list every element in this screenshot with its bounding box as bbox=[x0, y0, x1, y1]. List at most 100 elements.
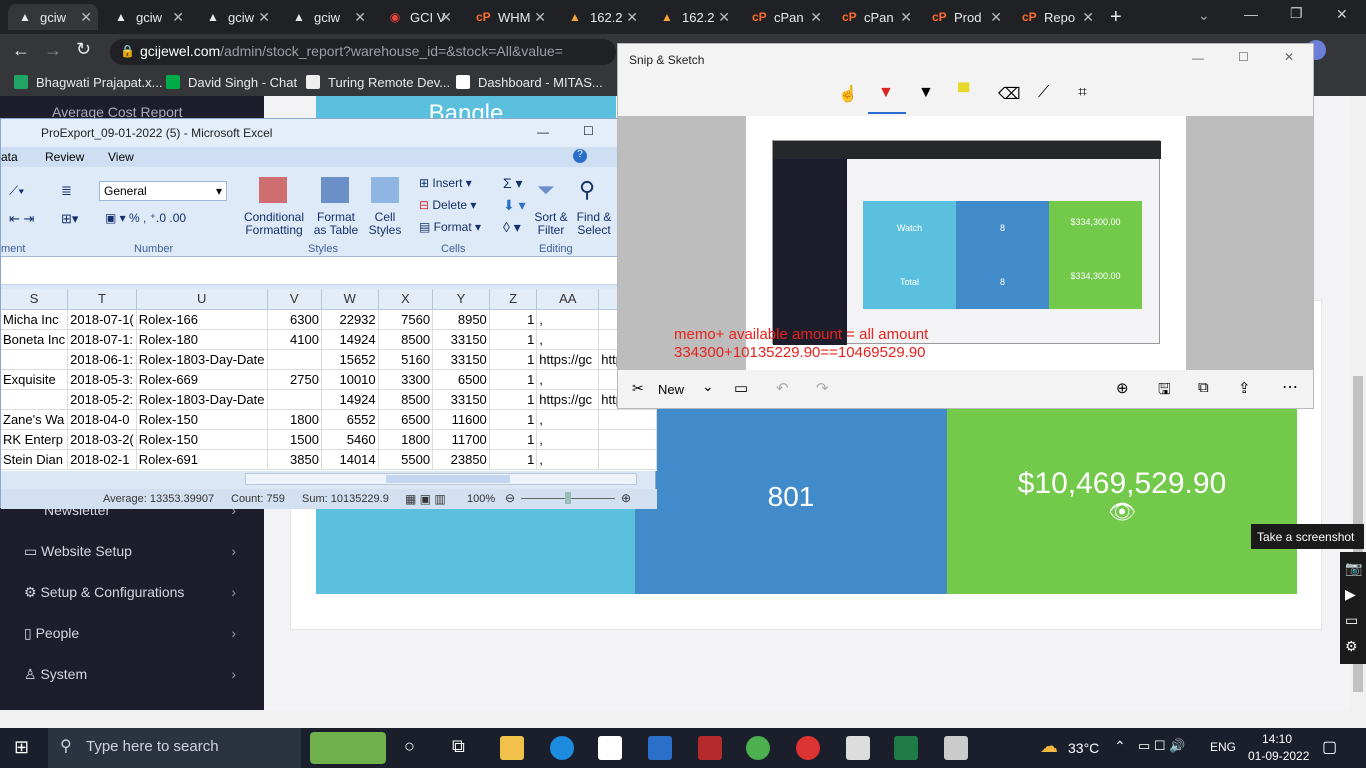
sort-filter-button[interactable]: Sort & Filter bbox=[531, 211, 571, 237]
grid-cell[interactable]: 3300 bbox=[378, 369, 434, 390]
format-cells-button[interactable]: ▤ Format ▾ bbox=[419, 221, 481, 234]
maximize-icon[interactable]: ☐ bbox=[583, 124, 594, 138]
grid-cell[interactable] bbox=[598, 429, 657, 450]
grid-cell[interactable] bbox=[598, 449, 657, 470]
grid-cell[interactable]: 1 bbox=[489, 449, 538, 470]
minimize-icon[interactable]: — bbox=[1192, 51, 1204, 65]
fill-icon[interactable]: ⬇ ▾ bbox=[503, 197, 526, 214]
taskbar-search-box[interactable]: ⚲ Type here to search bbox=[48, 728, 386, 768]
clock-time[interactable]: 14:10 bbox=[1262, 732, 1292, 746]
undo-icon[interactable]: ↶ bbox=[776, 379, 789, 397]
grid-cell[interactable]: Micha Inc bbox=[1, 309, 69, 330]
merge-icon[interactable]: ⊞▾ bbox=[61, 211, 78, 227]
grid-cell[interactable]: 1 bbox=[489, 309, 538, 330]
grid-cell[interactable]: , bbox=[536, 429, 600, 450]
table-row[interactable]: RK Enterp 2018-03-2(Rolex-150 1500 5460 1800… bbox=[1, 429, 657, 450]
forward-arrow-icon[interactable]: → bbox=[44, 40, 62, 61]
grid-cell[interactable]: 4100 bbox=[267, 329, 322, 350]
grid-cell[interactable]: Rolex-1803-Day-Date bbox=[136, 389, 268, 410]
grid-cell[interactable]: 2018-07-1( bbox=[67, 309, 137, 330]
new-snip-button[interactable]: New bbox=[658, 382, 684, 397]
chevron-down-icon[interactable]: ⌄ bbox=[702, 378, 714, 395]
eraser-icon[interactable]: ⌫ bbox=[998, 84, 1021, 104]
grid-cell[interactable] bbox=[267, 349, 322, 370]
table-row[interactable]: Zane's Wa 2018-04-0 Rolex-150 1800 6552 6500 1… bbox=[1, 409, 657, 430]
grid-cell[interactable]: Rolex-166 bbox=[136, 309, 268, 330]
grid-cell[interactable]: , bbox=[536, 369, 600, 390]
grid-cell[interactable]: 14924 bbox=[321, 329, 379, 350]
grid-cell[interactable] bbox=[1, 389, 69, 410]
grid-cell[interactable]: Exquisite bbox=[1, 369, 69, 390]
grid-cell[interactable]: 1 bbox=[489, 329, 538, 350]
skype-icon[interactable] bbox=[648, 736, 672, 760]
zoom-slider[interactable]: ⊖ ⊕ bbox=[505, 491, 633, 505]
table-row[interactable]: Micha Inc 2018-07-1(Rolex-166 6300 22932 756… bbox=[1, 309, 657, 330]
cell-styles-button[interactable]: Cell Styles bbox=[363, 211, 407, 237]
reload-icon[interactable]: ↻ bbox=[76, 39, 91, 60]
close-tab-icon[interactable]: ✕ bbox=[718, 9, 730, 26]
grid-cell[interactable]: 22932 bbox=[321, 309, 379, 330]
find-select-button[interactable]: Find & Select bbox=[573, 211, 615, 237]
weather-icon[interactable]: ☁ bbox=[1040, 736, 1058, 757]
calculator-icon[interactable] bbox=[846, 736, 870, 760]
browser-tab[interactable]: cP cPan ✕ bbox=[742, 4, 828, 30]
grid-cell[interactable]: Rolex-150 bbox=[136, 409, 268, 430]
camera-icon[interactable]: 📷 bbox=[1345, 560, 1362, 577]
settings-gear-icon[interactable]: ⚙ bbox=[1345, 638, 1358, 655]
grid-cell[interactable]: 2018-02-1 bbox=[67, 449, 137, 470]
column-header[interactable]: V bbox=[267, 289, 322, 310]
windows-start-icon[interactable]: ⊞ bbox=[14, 737, 29, 758]
close-tab-icon[interactable]: ✕ bbox=[990, 9, 1002, 26]
tab-view[interactable]: View bbox=[108, 150, 134, 164]
close-tab-icon[interactable]: ✕ bbox=[172, 9, 184, 26]
grid-cell[interactable]: 2018-05-3: bbox=[67, 369, 137, 390]
grid-cell[interactable]: Zane's Wa bbox=[1, 409, 69, 430]
notifications-icon[interactable]: ▢ bbox=[1322, 737, 1337, 757]
close-tab-icon[interactable]: ✕ bbox=[900, 9, 912, 26]
sidebar-item-website-setup[interactable]: ▭ Website Setup › bbox=[24, 543, 244, 560]
insert-cells-button[interactable]: ⊞ Insert ▾ bbox=[419, 177, 472, 190]
close-tab-icon[interactable]: ✕ bbox=[626, 9, 638, 26]
grid-cell[interactable]: 2018-04-0 bbox=[67, 409, 137, 430]
ruler-icon[interactable]: ⟋ bbox=[1038, 84, 1049, 102]
close-tab-icon[interactable]: ✕ bbox=[534, 9, 546, 26]
grid-cell[interactable]: 1800 bbox=[267, 409, 322, 430]
browser-tab[interactable]: ▲ 162.2 ✕ bbox=[558, 4, 644, 30]
bookmark-item[interactable]: Bhagwati Prajapat.x... bbox=[14, 75, 162, 90]
sidebar-item-setup-configurations[interactable]: ⚙ Setup & Configurations › bbox=[24, 584, 244, 601]
close-tab-icon[interactable]: ✕ bbox=[810, 9, 822, 26]
maximize-icon[interactable]: ☐ bbox=[1238, 50, 1249, 64]
close-icon[interactable]: ✕ bbox=[1284, 50, 1294, 64]
tab-search-chevron-icon[interactable]: ⌄ bbox=[1198, 7, 1210, 24]
browser-tab[interactable]: cP Prod ✕ bbox=[922, 4, 1008, 30]
grid-cell[interactable]: 14014 bbox=[321, 449, 379, 470]
sidebar-item-people[interactable]: ▯ People › bbox=[24, 625, 244, 642]
filezilla-icon[interactable] bbox=[698, 736, 722, 760]
grid-cell[interactable]: 1500 bbox=[267, 429, 322, 450]
column-header[interactable]: Y bbox=[432, 289, 490, 310]
snip-sketch-icon[interactable] bbox=[944, 736, 968, 760]
tab-review[interactable]: Review bbox=[45, 150, 84, 164]
grid-cell[interactable]: , bbox=[536, 329, 600, 350]
grid-cell[interactable]: 2018-05-2: bbox=[67, 389, 137, 410]
minimize-window-icon[interactable]: — bbox=[1244, 6, 1258, 22]
close-tab-icon[interactable]: ✕ bbox=[258, 9, 270, 26]
address-bar[interactable]: 🔒 gcijewel.com/admin/stock_report?wareho… bbox=[110, 39, 616, 65]
pencil-icon[interactable]: ▼ bbox=[918, 84, 934, 102]
share-icon[interactable]: ⇪ bbox=[1238, 379, 1251, 397]
eye-icon[interactable]: 👁 bbox=[947, 499, 1297, 525]
grid-cell[interactable]: https://gc bbox=[536, 389, 600, 410]
task-view-icon[interactable]: ⧉ bbox=[452, 736, 465, 757]
grid-cell[interactable]: 1 bbox=[489, 389, 538, 410]
grid-cell[interactable]: 14924 bbox=[321, 389, 379, 410]
grid-cell[interactable]: RK Enterp bbox=[1, 429, 69, 450]
browser-tab[interactable]: cP Repo ✕ bbox=[1012, 4, 1100, 30]
grid-cell[interactable]: 7560 bbox=[378, 309, 434, 330]
grid-cell[interactable]: 33150 bbox=[432, 389, 490, 410]
edge-icon[interactable] bbox=[550, 736, 574, 760]
snip-canvas[interactable]: Watch 8 $334,300.00 Total 8 $334,300.00 … bbox=[618, 116, 1313, 370]
view-buttons[interactable]: ▦ ▣ ▥ bbox=[405, 492, 446, 506]
new-tab-icon[interactable]: + bbox=[1110, 6, 1122, 29]
back-arrow-icon[interactable]: ← bbox=[12, 40, 30, 61]
cortana-icon[interactable]: ○ bbox=[404, 736, 415, 757]
